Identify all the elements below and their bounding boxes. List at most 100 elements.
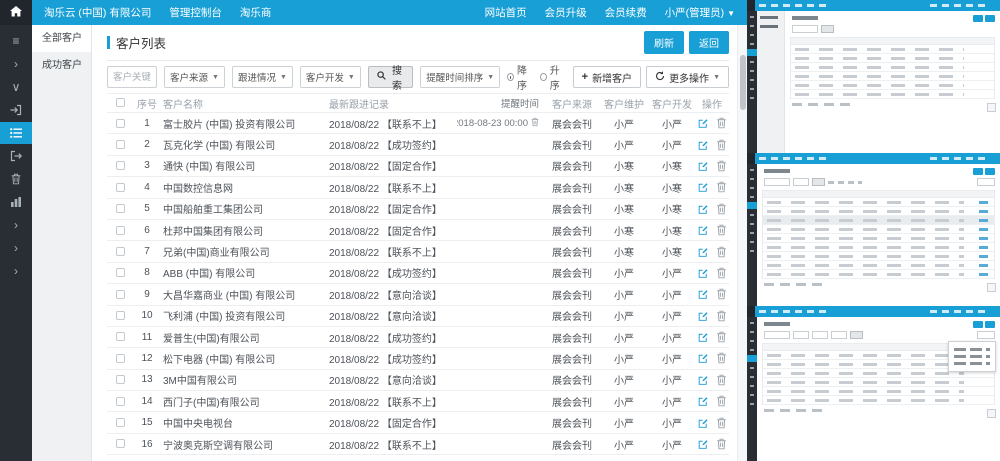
preview-thumbnail-2[interactable] xyxy=(747,153,1000,306)
row-checkbox[interactable] xyxy=(116,397,125,406)
row-checkbox[interactable] xyxy=(116,332,125,341)
chevron-right-icon[interactable]: › xyxy=(0,260,32,282)
edit-icon[interactable] xyxy=(698,117,709,129)
delete-icon[interactable] xyxy=(716,417,727,429)
row-checkbox[interactable] xyxy=(116,290,125,299)
keyword-input[interactable] xyxy=(107,66,157,88)
delete-icon[interactable] xyxy=(716,267,727,279)
row-checkbox[interactable] xyxy=(116,439,125,448)
nav-shop[interactable]: 淘乐商 xyxy=(240,5,272,20)
edit-icon[interactable] xyxy=(698,160,709,172)
user-menu[interactable]: 小严(管理员)▼ xyxy=(665,5,735,20)
mini-row xyxy=(791,45,994,54)
preview-thumbnail-1[interactable] xyxy=(747,0,1000,153)
source-select[interactable]: 客户来源▼ xyxy=(164,66,225,88)
row-checkbox[interactable] xyxy=(116,226,125,235)
edit-icon[interactable] xyxy=(698,417,709,429)
search-button[interactable]: 搜索 xyxy=(368,66,413,88)
row-checkbox[interactable] xyxy=(116,204,125,213)
radio-asc[interactable] xyxy=(540,73,547,81)
follow-select[interactable]: 跟进情况▼ xyxy=(232,66,293,88)
more-actions-button[interactable]: 更多操作▼ xyxy=(646,66,729,88)
row-developer: 小严 xyxy=(649,137,695,152)
edit-icon[interactable] xyxy=(698,246,709,258)
edit-icon[interactable] xyxy=(698,395,709,407)
edit-icon[interactable] xyxy=(698,288,709,300)
select-all-checkbox[interactable] xyxy=(116,98,125,107)
chevron-right-icon[interactable]: › xyxy=(0,237,32,259)
edit-icon[interactable] xyxy=(698,374,709,386)
row-checkbox[interactable] xyxy=(116,183,125,192)
delete-icon[interactable] xyxy=(716,181,727,193)
home-button[interactable] xyxy=(0,0,32,25)
sidebar-item-all-customers[interactable]: 全部客户 xyxy=(32,25,91,52)
chevron-down-icon[interactable]: ∨ xyxy=(0,76,32,98)
develop-select[interactable]: 客户开发▼ xyxy=(300,66,361,88)
nav-member-renew[interactable]: 会员续费 xyxy=(605,5,647,20)
sort-asc-option[interactable]: 升序 xyxy=(540,62,566,92)
sidebar-item-success-customers[interactable]: 成功客户 xyxy=(32,52,91,79)
preview-thumbnail-3[interactable] xyxy=(747,306,1000,461)
trash-icon[interactable] xyxy=(0,168,32,190)
delete-icon[interactable] xyxy=(716,246,727,258)
row-checkbox[interactable] xyxy=(116,247,125,256)
sort-desc-option[interactable]: 降序 xyxy=(507,62,533,92)
radio-desc[interactable] xyxy=(507,73,514,81)
row-checkbox[interactable] xyxy=(116,268,125,277)
mini-row xyxy=(763,207,994,216)
edit-icon[interactable] xyxy=(698,181,709,193)
chevron-right-icon[interactable]: › xyxy=(0,214,32,236)
menu-icon[interactable]: ≡ xyxy=(0,30,32,52)
refresh-button[interactable]: 刷新 xyxy=(644,31,684,54)
row-developer: 小寒 xyxy=(649,201,695,216)
delete-icon[interactable] xyxy=(716,224,727,236)
login-icon[interactable] xyxy=(0,99,32,121)
delete-icon[interactable] xyxy=(716,438,727,450)
nav-member-upgrade[interactable]: 会员升级 xyxy=(545,5,587,20)
row-follow-record: 2018/08/22 【联系不上】 xyxy=(327,394,457,409)
delete-icon[interactable] xyxy=(716,310,727,322)
edit-icon[interactable] xyxy=(698,352,709,364)
back-button[interactable]: 返回 xyxy=(689,31,729,54)
delete-icon[interactable] xyxy=(716,395,727,407)
reminder-delete-icon[interactable] xyxy=(531,117,539,130)
row-developer: 小严 xyxy=(649,415,695,430)
nav-console[interactable]: 管理控制台 xyxy=(169,5,222,20)
row-no: 7 xyxy=(133,246,161,257)
delete-icon[interactable] xyxy=(716,288,727,300)
row-developer: 小严 xyxy=(649,394,695,409)
edit-icon[interactable] xyxy=(698,331,709,343)
row-checkbox[interactable] xyxy=(116,375,125,384)
delete-icon[interactable] xyxy=(716,160,727,172)
edit-icon[interactable] xyxy=(698,203,709,215)
row-keeper: 小严 xyxy=(599,287,649,302)
row-checkbox[interactable] xyxy=(116,311,125,320)
customer-list-icon[interactable] xyxy=(0,122,32,144)
edit-icon[interactable] xyxy=(698,310,709,322)
chart-icon[interactable] xyxy=(0,191,32,213)
nav-site-home[interactable]: 网站首页 xyxy=(485,5,527,20)
row-checkbox[interactable] xyxy=(116,418,125,427)
row-checkbox[interactable] xyxy=(116,140,125,149)
logout-icon[interactable] xyxy=(0,145,32,167)
brand[interactable]: 淘乐云 (中国) 有限公司 xyxy=(44,5,151,20)
table-row: 12 松下电器 (中国) 有限公司 2018/08/22 【成功签约】 展会会刊… xyxy=(107,348,729,369)
delete-icon[interactable] xyxy=(716,139,727,151)
scrollbar-thumb[interactable] xyxy=(740,55,746,110)
edit-icon[interactable] xyxy=(698,224,709,236)
add-customer-button[interactable]: +新增客户 xyxy=(573,66,641,88)
edit-icon[interactable] xyxy=(698,139,709,151)
delete-icon[interactable] xyxy=(716,203,727,215)
mini-row xyxy=(763,234,994,243)
delete-icon[interactable] xyxy=(716,374,727,386)
chevron-right-icon[interactable]: › xyxy=(0,53,32,75)
delete-icon[interactable] xyxy=(716,331,727,343)
row-checkbox[interactable] xyxy=(116,119,125,128)
edit-icon[interactable] xyxy=(698,267,709,279)
edit-icon[interactable] xyxy=(698,438,709,450)
delete-icon[interactable] xyxy=(716,117,727,129)
sort-select[interactable]: 提醒时间排序▼ xyxy=(420,66,500,88)
row-checkbox[interactable] xyxy=(116,161,125,170)
row-checkbox[interactable] xyxy=(116,354,125,363)
delete-icon[interactable] xyxy=(716,352,727,364)
